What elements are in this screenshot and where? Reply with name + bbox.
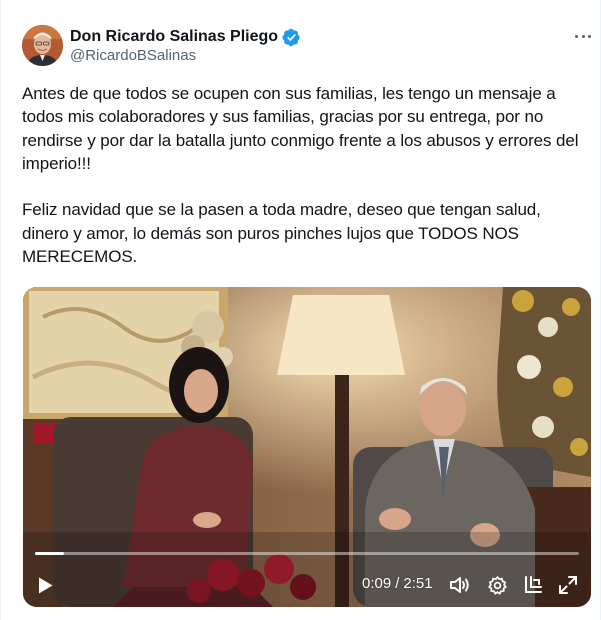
video-duration: 2:51 (403, 575, 433, 592)
volume-icon[interactable] (448, 573, 472, 597)
tweet-paragraph: Antes de que todos se ocupen con sus fam… (22, 84, 579, 173)
time-separator: / (395, 575, 400, 592)
video-time-display: 0:09/2:51 (362, 575, 433, 592)
avatar[interactable] (22, 25, 63, 66)
fullscreen-icon[interactable] (556, 573, 580, 597)
tweet-card: Don Ricardo Salinas Pliego @RicardoBSali… (0, 0, 601, 620)
more-dot (581, 34, 585, 38)
video-current-time: 0:09 (362, 575, 392, 592)
avatar-image (22, 25, 63, 66)
more-dot (588, 34, 591, 38)
video-progress-fill (35, 552, 64, 555)
gear-icon[interactable] (485, 573, 509, 597)
video-player[interactable]: 0:09/2:51 (23, 287, 591, 607)
tweet-text: Antes de que todos se ocupen con sus fam… (22, 82, 592, 268)
tweet-paragraph: Feliz navidad que se la pasen a toda mad… (22, 200, 541, 267)
more-dots-icon[interactable] (572, 27, 594, 45)
video-progress-bar[interactable] (35, 552, 579, 555)
author-name-row: Don Ricardo Salinas Pliego (70, 26, 301, 48)
author-display-name[interactable]: Don Ricardo Salinas Pliego (70, 28, 278, 46)
verified-badge-icon (282, 28, 300, 46)
picture-in-picture-icon[interactable] (521, 573, 545, 597)
author-handle[interactable]: @RicardoBSalinas (70, 47, 196, 64)
play-icon[interactable] (33, 573, 57, 597)
more-dot (575, 34, 578, 38)
video-frame (23, 287, 591, 607)
